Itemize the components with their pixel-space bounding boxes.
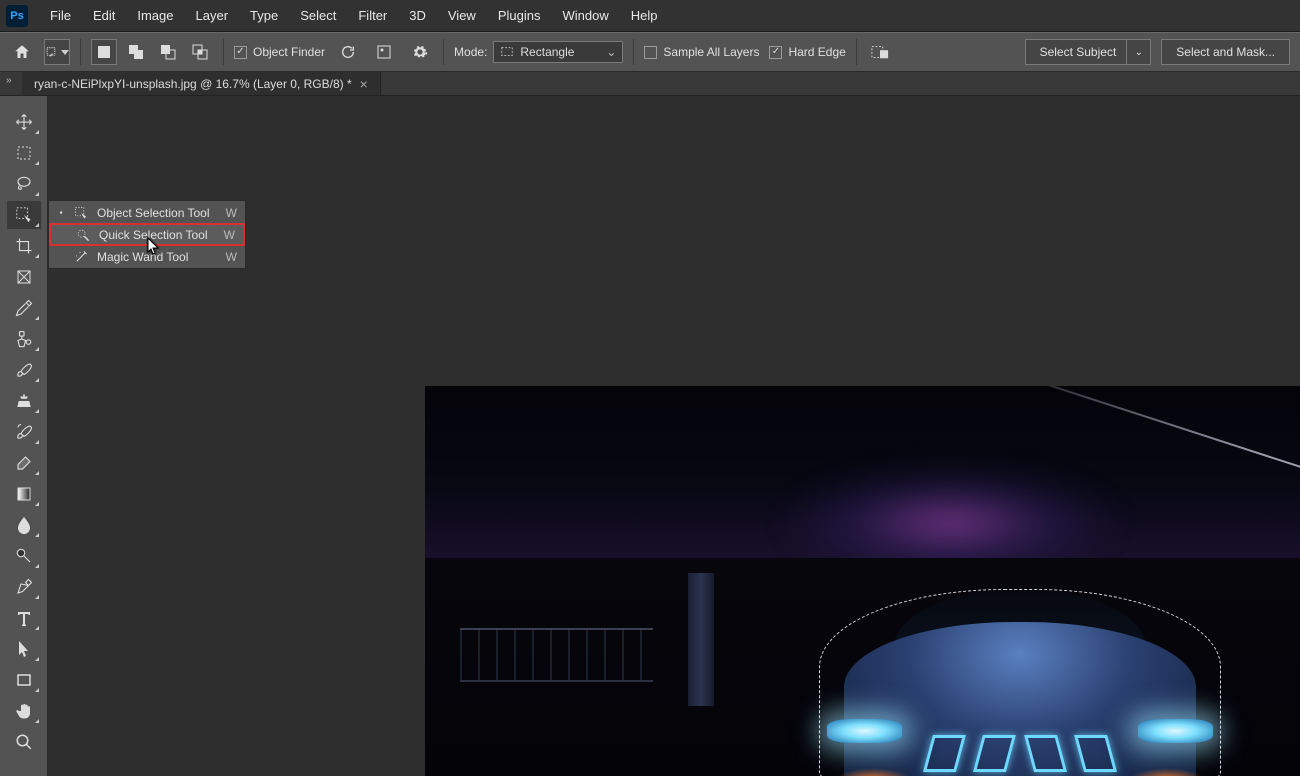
image-background <box>460 628 653 683</box>
menubar: Ps File Edit Image Layer Type Select Fil… <box>0 0 1300 32</box>
pen-tool[interactable] <box>7 573 41 601</box>
show-overlay-icon[interactable] <box>371 39 397 65</box>
options-bar: Object Finder Mode: Rectangle Sample All… <box>0 32 1300 72</box>
selection-outline <box>819 589 1222 776</box>
menu-help[interactable]: Help <box>621 4 668 27</box>
subtract-selection-icon[interactable] <box>155 39 181 65</box>
flyout-shortcut: W <box>226 250 237 264</box>
marquee-tool[interactable] <box>7 139 41 167</box>
workspace <box>0 96 1300 776</box>
mask-options-icon[interactable] <box>867 39 893 65</box>
blur-tool[interactable] <box>7 511 41 539</box>
healing-brush-tool[interactable] <box>7 325 41 353</box>
clone-stamp-tool[interactable] <box>7 387 41 415</box>
document-tab-bar: ryan-c-NEiPlxpYI-unsplash.jpg @ 16.7% (L… <box>0 72 1300 96</box>
refresh-icon[interactable] <box>335 39 361 65</box>
active-indicator-icon: ▪ <box>57 208 65 217</box>
hard-edge-label: Hard Edge <box>788 45 845 59</box>
document-title: ryan-c-NEiPlxpYI-unsplash.jpg @ 16.7% (L… <box>34 77 352 91</box>
hard-edge-group: Hard Edge <box>769 45 845 59</box>
history-brush-tool[interactable] <box>7 418 41 446</box>
sample-all-label: Sample All Layers <box>663 45 759 59</box>
eyedropper-tool[interactable] <box>7 294 41 322</box>
object-finder-label: Object Finder <box>253 45 325 59</box>
flyout-shortcut: W <box>224 228 235 242</box>
select-mask-label: Select and Mask... <box>1176 45 1275 59</box>
image-background <box>688 573 714 706</box>
menu-3d[interactable]: 3D <box>399 4 436 27</box>
add-selection-icon[interactable] <box>123 39 149 65</box>
selection-mode-group <box>91 39 213 65</box>
zoom-tool[interactable] <box>7 728 41 756</box>
separator <box>80 39 81 65</box>
intersect-selection-icon[interactable] <box>187 39 213 65</box>
path-selection-tool[interactable] <box>7 635 41 663</box>
settings-gear-icon[interactable] <box>407 39 433 65</box>
object-finder-group: Object Finder <box>234 45 325 59</box>
hand-tool[interactable] <box>7 697 41 725</box>
canvas-area[interactable] <box>48 96 1300 776</box>
separator <box>223 39 224 65</box>
move-tool[interactable] <box>7 108 41 136</box>
document-canvas[interactable] <box>425 386 1300 776</box>
lasso-tool[interactable] <box>7 170 41 198</box>
separator <box>443 39 444 65</box>
gradient-tool[interactable] <box>7 480 41 508</box>
select-subject-button[interactable]: Select Subject ⌄ <box>1025 39 1152 65</box>
eraser-tool[interactable] <box>7 449 41 477</box>
separator <box>633 39 634 65</box>
type-tool[interactable] <box>7 604 41 632</box>
flyout-magic-wand[interactable]: Magic Wand Tool W <box>49 245 245 268</box>
sample-all-group: Sample All Layers <box>644 45 759 59</box>
select-subject-label: Select Subject <box>1040 45 1117 59</box>
expand-panels-icon[interactable]: » <box>6 75 12 86</box>
brush-tool[interactable] <box>7 356 41 384</box>
document-tab[interactable]: ryan-c-NEiPlxpYI-unsplash.jpg @ 16.7% (L… <box>22 72 381 95</box>
close-icon[interactable]: × <box>360 76 368 92</box>
menu-select[interactable]: Select <box>290 4 346 27</box>
object-finder-checkbox[interactable] <box>234 46 247 59</box>
tools-panel <box>0 96 48 776</box>
flyout-label: Quick Selection Tool <box>99 228 216 242</box>
magic-wand-icon <box>73 250 89 264</box>
menu-plugins[interactable]: Plugins <box>488 4 551 27</box>
select-and-mask-button[interactable]: Select and Mask... <box>1161 39 1290 65</box>
sample-all-checkbox[interactable] <box>644 46 657 59</box>
menu-window[interactable]: Window <box>552 4 618 27</box>
menu-edit[interactable]: Edit <box>83 4 125 27</box>
app-logo: Ps <box>6 5 28 27</box>
chevron-down-icon[interactable]: ⌄ <box>1126 40 1150 64</box>
flyout-object-selection[interactable]: ▪ Object Selection Tool W <box>49 201 245 224</box>
flyout-quick-selection[interactable]: Quick Selection Tool W <box>49 223 245 246</box>
menu-type[interactable]: Type <box>240 4 288 27</box>
flyout-label: Magic Wand Tool <box>97 250 218 264</box>
flyout-shortcut: W <box>226 206 237 220</box>
flyout-label: Object Selection Tool <box>97 206 218 220</box>
object-selection-tool[interactable] <box>7 201 41 229</box>
selection-tool-flyout: ▪ Object Selection Tool W Quick Selectio… <box>48 200 246 269</box>
mode-value: Rectangle <box>520 45 574 59</box>
tool-preset-picker[interactable] <box>44 39 70 65</box>
dodge-tool[interactable] <box>7 542 41 570</box>
new-selection-icon[interactable] <box>91 39 117 65</box>
mode-label: Mode: <box>454 45 487 59</box>
menu-filter[interactable]: Filter <box>348 4 397 27</box>
mode-select[interactable]: Rectangle <box>493 41 623 63</box>
rectangle-shape-tool[interactable] <box>7 666 41 694</box>
menu-file[interactable]: File <box>40 4 81 27</box>
object-selection-icon <box>73 206 89 220</box>
menu-view[interactable]: View <box>438 4 486 27</box>
frame-tool[interactable] <box>7 263 41 291</box>
separator <box>856 39 857 65</box>
hard-edge-checkbox[interactable] <box>769 46 782 59</box>
quick-selection-icon <box>75 228 91 242</box>
mode-group: Mode: Rectangle <box>454 41 623 63</box>
menu-layer[interactable]: Layer <box>186 4 239 27</box>
menu-image[interactable]: Image <box>127 4 183 27</box>
home-button[interactable] <box>10 40 34 64</box>
crop-tool[interactable] <box>7 232 41 260</box>
